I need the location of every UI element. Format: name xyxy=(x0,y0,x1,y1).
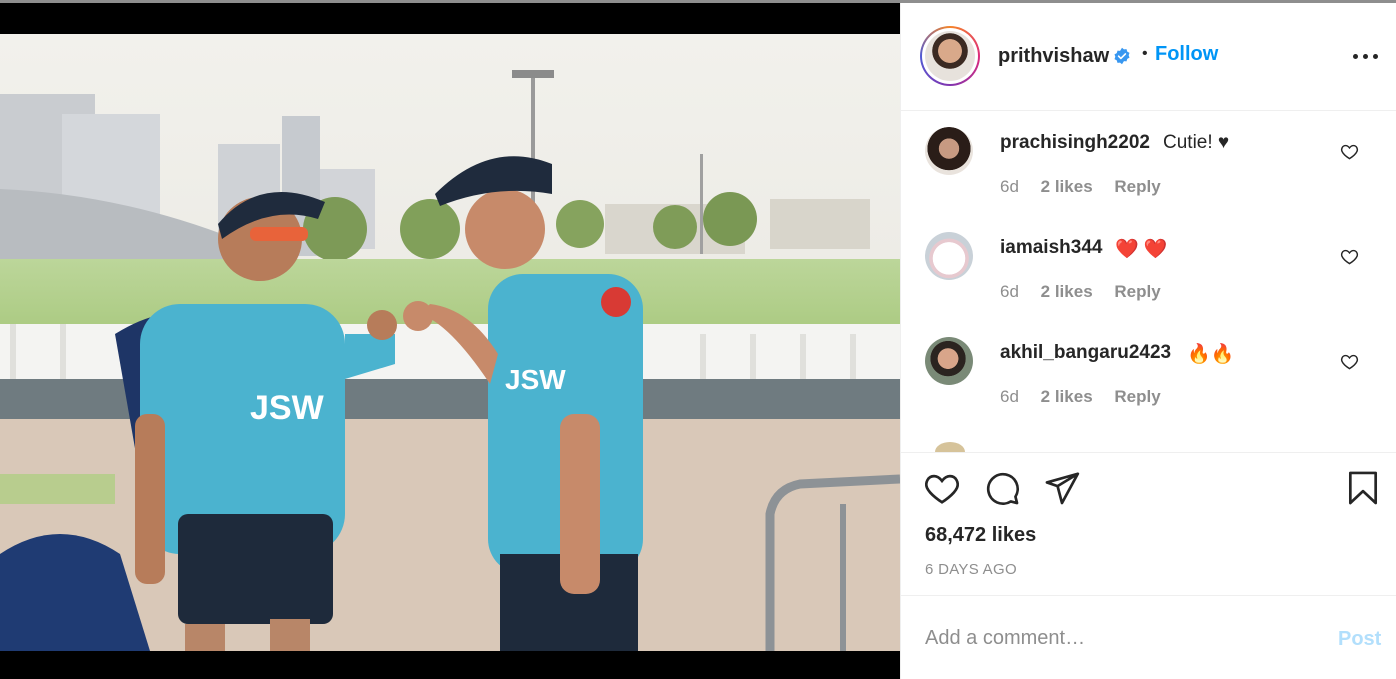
comment-text: Cutie! ♥ xyxy=(1163,132,1230,153)
comment-meta: 6d 2 likes Reply xyxy=(1000,387,1178,407)
comment-age: 6d xyxy=(1000,282,1019,301)
author-avatar[interactable] xyxy=(920,26,980,86)
author-username[interactable]: prithvishaw xyxy=(998,45,1109,68)
header-separator: • xyxy=(1142,45,1148,62)
like-comment-heart-icon[interactable] xyxy=(1340,352,1359,371)
comment-meta: 6d 2 likes Reply xyxy=(1000,282,1178,302)
comment-likes[interactable]: 2 likes xyxy=(1041,282,1093,301)
comment-text: ❤️ ❤️ xyxy=(1115,239,1168,260)
commenter-avatar[interactable] xyxy=(925,337,973,385)
post-media: JSW JSW xyxy=(0,3,900,679)
commenter-username[interactable]: iamaish344 xyxy=(1000,237,1102,259)
post-timestamp[interactable]: 6 DAYS AGO xyxy=(925,561,1017,578)
comment-item: akhil_bangaru2423 🔥🔥 6d 2 likes Reply xyxy=(901,322,1396,427)
jersey-logo-right: JSW xyxy=(505,364,566,395)
like-comment-heart-icon[interactable] xyxy=(1340,142,1359,161)
post-comment-button[interactable]: Post xyxy=(1338,628,1381,651)
comment-age: 6d xyxy=(1000,387,1019,406)
follow-button[interactable]: Follow xyxy=(1155,43,1218,66)
comment-item: prachisingh2202 Cutie! ♥ 6d 2 likes Repl… xyxy=(901,112,1396,217)
likes-count[interactable]: 68,472 likes xyxy=(925,524,1036,547)
jersey-logo-left: JSW xyxy=(250,389,325,427)
commenter-avatar[interactable] xyxy=(925,127,973,175)
like-comment-heart-icon[interactable] xyxy=(1340,247,1359,266)
comment-age: 6d xyxy=(1000,177,1019,196)
comment-meta: 6d 2 likes Reply xyxy=(1000,177,1178,197)
reply-button[interactable]: Reply xyxy=(1114,282,1160,301)
reply-button[interactable]: Reply xyxy=(1114,177,1160,196)
save-bookmark-icon[interactable] xyxy=(1344,469,1382,507)
post-header: prithvishaw • Follow xyxy=(901,3,1396,111)
commenter-avatar[interactable] xyxy=(925,232,973,280)
author-avatar-image xyxy=(925,31,975,81)
like-heart-icon[interactable] xyxy=(923,469,961,507)
commenter-username[interactable]: akhil_bangaru2423 xyxy=(1000,342,1171,364)
reply-button[interactable]: Reply xyxy=(1114,387,1160,406)
comment-likes[interactable]: 2 likes xyxy=(1041,387,1093,406)
comment-text: 🔥🔥 xyxy=(1187,344,1235,365)
comment-item: iamaish344 ❤️ ❤️ 6d 2 likes Reply xyxy=(901,217,1396,322)
share-send-icon[interactable] xyxy=(1043,469,1081,507)
post-side-panel: prithvishaw • Follow prachisingh2202 Cut… xyxy=(900,3,1396,679)
comment-likes[interactable]: 2 likes xyxy=(1041,177,1093,196)
comments-list[interactable]: prachisingh2202 Cutie! ♥ 6d 2 likes Repl… xyxy=(901,112,1396,452)
commenter-avatar[interactable] xyxy=(935,442,965,452)
more-options-icon[interactable] xyxy=(1353,49,1381,63)
comment-bubble-icon[interactable] xyxy=(983,469,1021,507)
commenter-username[interactable]: prachisingh2202 xyxy=(1000,132,1150,154)
add-comment-section: Post xyxy=(901,595,1396,679)
verified-badge-icon xyxy=(1114,47,1130,65)
comment-input[interactable] xyxy=(925,618,1305,658)
post-photo[interactable]: JSW JSW xyxy=(0,34,900,651)
